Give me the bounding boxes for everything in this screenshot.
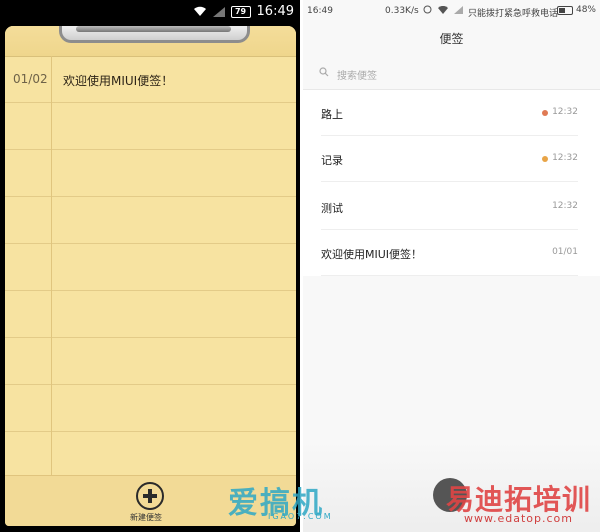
wifi-icon-right (438, 5, 448, 17)
page-title: 便签 (439, 32, 464, 46)
old-notes-screen: 79 16:49 01/02 欢迎使用MIUI便签！ 新建便签 (0, 0, 300, 532)
note-text: 欢迎使用MIUI便签！ (63, 74, 174, 88)
notepad-header (5, 26, 296, 57)
battery-icon-right (556, 5, 573, 15)
clipboard-clip-icon (59, 26, 250, 43)
network-speed: 0.33K/s (385, 6, 419, 16)
note-title: 欢迎使用MIUI便签！ (321, 248, 423, 261)
status-bar: 79 16:49 (0, 0, 300, 24)
new-notes-screen: 16:49 0.33K/s 只能拨打紧急呼救电话 48% 便签 搜索便签 路上 … (303, 0, 600, 532)
note-title: 路上 (321, 108, 343, 121)
list-item[interactable]: 欢迎使用MIUI便签！ 01/01 (303, 230, 600, 276)
watermark-sub-right: www.edatop.com (464, 512, 573, 525)
new-note-button[interactable]: 新建便签 (130, 482, 170, 523)
carrier-text: 只能拨打紧急呼救电话 (468, 9, 559, 19)
ruled-lines (5, 56, 296, 476)
status-bar-right: 16:49 0.33K/s 只能拨打紧急呼救电话 48% (303, 0, 600, 22)
status-time: 16:49 (256, 4, 294, 19)
watermark-sub-left: IGAO7.COM (268, 512, 333, 521)
list-item[interactable]: 测试 12:32 (303, 184, 600, 230)
search-input[interactable]: 搜索便签 (317, 66, 585, 82)
note-color-dot (542, 156, 548, 162)
list-item[interactable]: 记录 12:32 (303, 136, 600, 182)
note-row[interactable]: 01/02 欢迎使用MIUI便签！ (5, 66, 296, 94)
battery-level: 79 (234, 6, 247, 16)
signal-icon (212, 6, 225, 17)
battery-percent: 48% (575, 5, 596, 15)
note-time: 01/01 (552, 247, 578, 257)
notepad: 01/02 欢迎使用MIUI便签！ 新建便签 (5, 26, 296, 526)
notes-list: 路上 12:32 记录 12:32 测试 12:32 欢迎使用MIUI便签！ 0… (303, 90, 600, 276)
search-placeholder: 搜索便签 (337, 71, 377, 82)
wifi-icon (193, 6, 207, 17)
sync-icon (423, 5, 432, 17)
signal-icon-right (454, 5, 463, 17)
note-title: 测试 (321, 202, 343, 215)
search-icon (319, 67, 329, 80)
battery-icon: 79 (230, 5, 251, 18)
note-time: 12:32 (552, 201, 578, 211)
note-color-dot (542, 110, 548, 116)
note-title: 记录 (321, 154, 343, 167)
list-item[interactable]: 路上 12:32 (303, 90, 600, 136)
status-time-right: 16:49 (307, 6, 333, 16)
plus-icon (136, 482, 164, 510)
note-date: 01/02 (13, 72, 48, 86)
note-time: 12:32 (552, 107, 578, 117)
margin-line (51, 56, 52, 476)
note-time: 12:32 (552, 153, 578, 163)
new-note-label: 新建便签 (130, 513, 162, 522)
